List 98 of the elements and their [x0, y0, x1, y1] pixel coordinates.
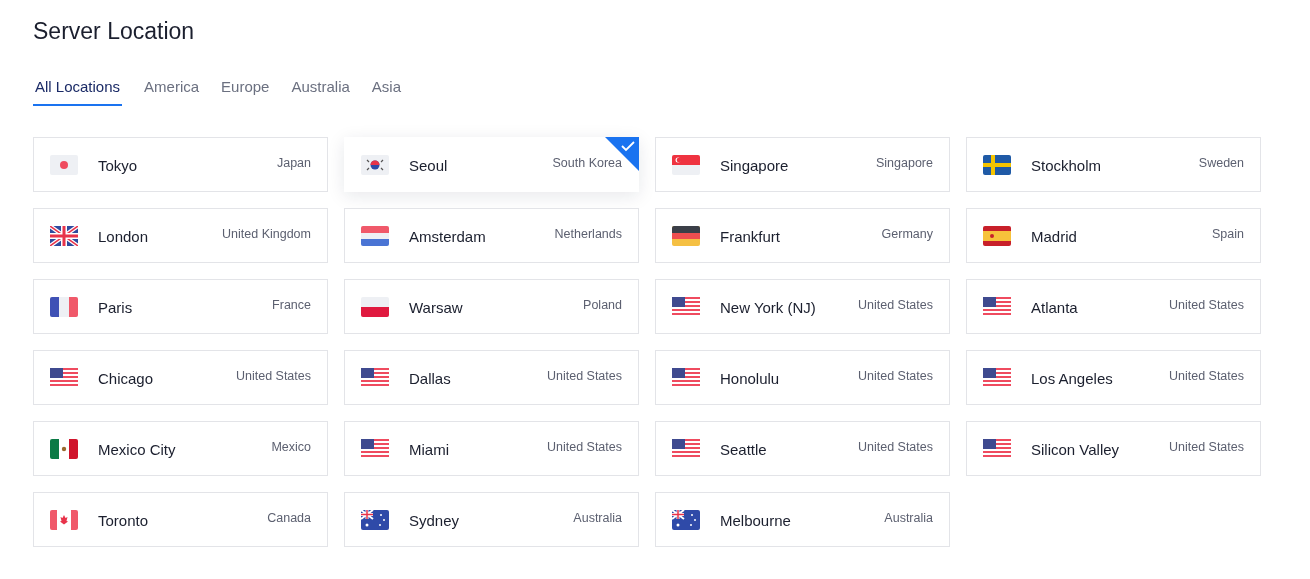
city-name: Tokyo	[98, 157, 138, 174]
united-states-flag-icon	[50, 367, 78, 388]
australia-flag-icon	[672, 509, 700, 530]
city-name: London	[98, 228, 149, 245]
location-card[interactable]: Atlanta United States	[966, 279, 1261, 334]
country-name: United Kingdom	[222, 227, 311, 241]
city-name: Atlanta	[1031, 299, 1078, 316]
location-card[interactable]: Chicago United States	[33, 350, 328, 405]
country-name: France	[272, 298, 311, 312]
country-name: United States	[1168, 369, 1244, 383]
country-name: Netherlands	[554, 227, 622, 241]
location-card[interactable]: London United Kingdom	[33, 208, 328, 263]
region-tab[interactable]: Australia	[291, 78, 350, 106]
united-states-flag-icon	[672, 438, 700, 459]
city-name: Los Angeles	[1031, 370, 1113, 387]
united-states-flag-icon	[983, 438, 1011, 459]
country-name: Japan	[276, 156, 311, 170]
country-name: United States	[546, 440, 622, 454]
country-name: Mexico	[271, 440, 311, 454]
united-states-flag-icon	[361, 367, 389, 388]
country-name: United States	[857, 298, 933, 312]
spain-flag-icon	[983, 225, 1011, 246]
united-states-flag-icon	[672, 296, 700, 317]
city-name: Seoul	[409, 157, 448, 174]
city-name: Seattle	[720, 441, 767, 458]
location-card[interactable]: Miami United States	[344, 421, 639, 476]
germany-flag-icon	[672, 225, 700, 246]
mexico-flag-icon	[50, 438, 78, 459]
city-name: Amsterdam	[409, 228, 486, 245]
country-name: Singapore	[876, 156, 933, 170]
city-name: Madrid	[1031, 228, 1077, 245]
city-name: Chicago	[98, 370, 154, 387]
city-name: Warsaw	[409, 299, 463, 316]
country-name: Australia	[884, 511, 933, 525]
canada-flag-icon	[50, 509, 78, 530]
city-name: Miami	[409, 441, 449, 458]
location-card[interactable]: Mexico City Mexico	[33, 421, 328, 476]
japan-flag-icon	[50, 154, 78, 175]
poland-flag-icon	[361, 296, 389, 317]
location-card[interactable]: Warsaw Poland	[344, 279, 639, 334]
location-card[interactable]: Toronto Canada	[33, 492, 328, 547]
location-card[interactable]: Honolulu United States	[655, 350, 950, 405]
netherlands-flag-icon	[361, 225, 389, 246]
location-card[interactable]: Dallas United States	[344, 350, 639, 405]
location-card[interactable]: Silicon Valley United States	[966, 421, 1261, 476]
singapore-flag-icon	[672, 154, 700, 175]
country-name: Canada	[267, 511, 311, 525]
location-card[interactable]: Paris France	[33, 279, 328, 334]
page-title: Server Location	[33, 18, 195, 45]
country-name: Australia	[573, 511, 622, 525]
city-name: Paris	[98, 299, 133, 316]
country-name: United States	[857, 369, 933, 383]
country-name: United States	[1168, 440, 1244, 454]
city-name: Singapore	[720, 157, 789, 174]
city-name: Silicon Valley	[1031, 441, 1120, 458]
city-name: Frankfurt	[720, 228, 780, 245]
region-tab[interactable]: Asia	[371, 78, 401, 106]
city-name: Toronto	[98, 512, 149, 529]
location-card[interactable]: Singapore Singapore	[655, 137, 950, 192]
country-name: United States	[1168, 298, 1244, 312]
country-name: United States	[235, 369, 311, 383]
country-name: United States	[857, 440, 933, 454]
city-name: Stockholm	[1031, 157, 1102, 174]
location-card[interactable]: Amsterdam Netherlands	[344, 208, 639, 263]
location-card[interactable]: Seoul South Korea	[344, 137, 639, 192]
united-states-flag-icon	[983, 367, 1011, 388]
region-tab[interactable]: All Locations	[33, 78, 123, 106]
country-name: Spain	[1212, 227, 1244, 241]
united-states-flag-icon	[983, 296, 1011, 317]
location-card[interactable]: New York (NJ) United States	[655, 279, 950, 334]
city-name: Mexico City	[98, 441, 176, 458]
location-card[interactable]: Melbourne Australia	[655, 492, 950, 547]
country-name: Germany	[881, 227, 933, 241]
location-card[interactable]: Madrid Spain	[966, 208, 1261, 263]
region-tab[interactable]: Europe	[221, 78, 270, 106]
sweden-flag-icon	[983, 154, 1011, 175]
location-card[interactable]: Frankfurt Germany	[655, 208, 950, 263]
country-name: United States	[546, 369, 622, 383]
country-name: Poland	[583, 298, 622, 312]
country-name: Sweden	[1198, 156, 1244, 170]
city-name: Melbourne	[720, 512, 791, 529]
city-name: Sydney	[409, 512, 460, 529]
france-flag-icon	[50, 296, 78, 317]
location-card[interactable]: Sydney Australia	[344, 492, 639, 547]
region-tab[interactable]: America	[144, 78, 200, 106]
location-card[interactable]: Tokyo Japan	[33, 137, 328, 192]
city-name: New York (NJ)	[720, 299, 816, 316]
city-name: Dallas	[409, 370, 451, 387]
united-states-flag-icon	[672, 367, 700, 388]
united-states-flag-icon	[361, 438, 389, 459]
city-name: Honolulu	[720, 370, 780, 387]
location-card[interactable]: Los Angeles United States	[966, 350, 1261, 405]
location-card[interactable]: Stockholm Sweden	[966, 137, 1261, 192]
australia-flag-icon	[361, 509, 389, 530]
country-name: South Korea	[552, 156, 622, 170]
united-kingdom-flag-icon	[50, 225, 78, 246]
south-korea-flag-icon	[361, 154, 389, 175]
location-card[interactable]: Seattle United States	[655, 421, 950, 476]
